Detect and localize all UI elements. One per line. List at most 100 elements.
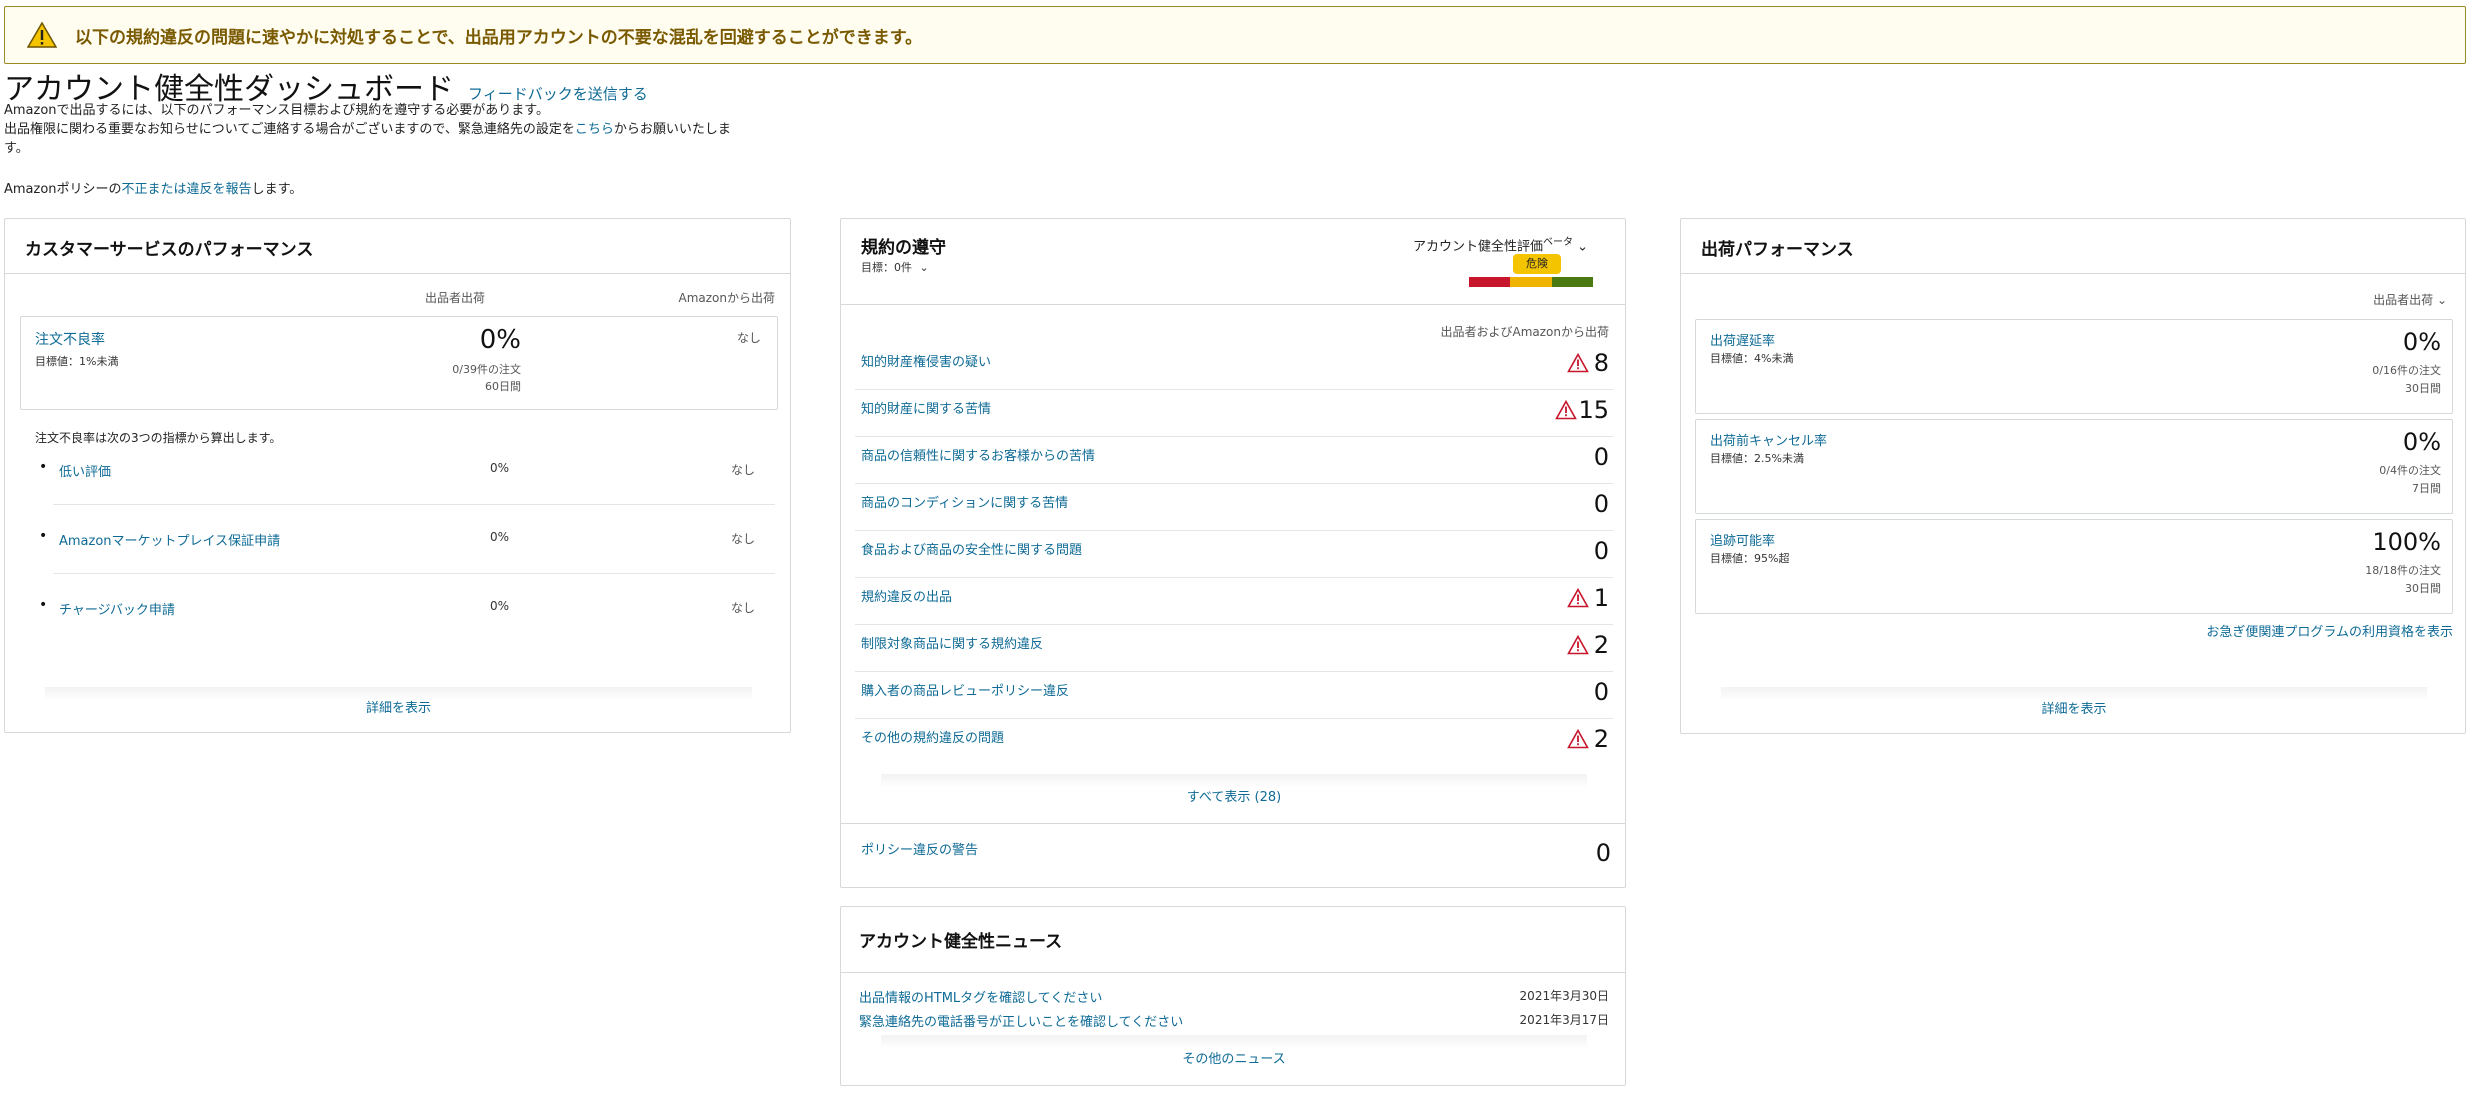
compliance-row: 食品および商品の安全性に関する問題 0: [855, 531, 1613, 578]
rating-header[interactable]: アカウント健全性評価ベータ ⌄: [1413, 233, 1588, 254]
col-amazon-header: Amazonから出荷: [678, 291, 776, 305]
bullet-icon: •: [39, 459, 48, 475]
show-all-link[interactable]: すべて表示 (28): [841, 786, 1627, 805]
customer-service-title: カスタマーサービスのパフォーマンス: [25, 240, 314, 260]
news-item-link[interactable]: 出品情報のHTMLタグを確認してください: [859, 987, 1102, 1006]
health-gauge: [1469, 277, 1593, 287]
shipping-metric-detail: 0/16件の注文: [2372, 364, 2441, 377]
compliance-row-link[interactable]: 知的財産に関する苦情: [861, 398, 991, 417]
bullet-icon: •: [39, 528, 48, 544]
intro-text-1: Amazonで出品するには、以下のパフォーマンス目標および規約を遵守する必要があ…: [4, 103, 549, 118]
odr-target: 目標値：1%未満: [35, 355, 119, 368]
metric-value: 0%: [490, 461, 510, 475]
eligibility-link[interactable]: お急ぎ便関連プログラムの利用資格を表示: [1981, 621, 2453, 640]
compliance-row: 規約違反の出品 1: [855, 578, 1613, 625]
shipping-details-link[interactable]: 詳細を表示: [1681, 698, 2467, 717]
news-panel: アカウント健全性ニュース 出品情報のHTMLタグを確認してください 2021年3…: [840, 906, 1626, 1086]
report-violation-link[interactable]: 不正または違反を報告: [122, 182, 252, 197]
shipping-metric-link[interactable]: 出荷前キャンセル率: [1710, 430, 1827, 449]
compliance-row-value: 2: [1593, 725, 1609, 753]
odr-detail: 0/39件の注文: [452, 363, 521, 376]
shipping-metric-period: 7日間: [2412, 482, 2441, 495]
shipping-metric-target: 目標値：4%未満: [1710, 352, 1794, 365]
compliance-row-value: 0: [1593, 490, 1609, 518]
odr-value: 0%: [479, 325, 521, 355]
more-news-link[interactable]: その他のニュース: [841, 1048, 1627, 1067]
shipping-metric-value: 100%: [2372, 528, 2441, 556]
shipping-metric-target: 目標値：95%超: [1710, 552, 1790, 565]
warning-icon: [27, 22, 57, 48]
shipping-metric-target: 目標値：2.5%未満: [1710, 452, 1804, 465]
metric-link[interactable]: 低い評価: [59, 461, 111, 480]
alert-banner: 以下の規約違反の問題に速やかに対処することで、出品用アカウントの不要な混乱を回避…: [4, 6, 2466, 64]
shipping-metric-detail: 18/18件の注文: [2365, 564, 2441, 577]
shipping-metric-link[interactable]: 出荷遅延率: [1710, 330, 1775, 349]
shipping-filter-label: 出品者出荷: [2373, 293, 2434, 307]
compliance-row-value: 0: [1593, 678, 1609, 706]
gauge-segment-yellow: [1510, 277, 1552, 287]
metric-link[interactable]: Amazonマーケットプレイス保証申請: [59, 530, 280, 549]
compliance-row-link[interactable]: 購入者の商品レビューポリシー違反: [861, 680, 1069, 699]
shipping-metric-box: 出荷前キャンセル率 目標値：2.5%未満 0% 0/4件の注文 7日間: [1695, 419, 2453, 514]
chevron-down-icon: ⌄: [1577, 239, 1589, 255]
compliance-row-link[interactable]: 商品の信頼性に関するお客様からの苦情: [861, 445, 1095, 464]
rating-label: アカウント健全性評価: [1413, 239, 1544, 255]
compliance-target: 目標：0件 ⌄: [861, 259, 929, 275]
odr-amazon: なし: [736, 331, 761, 345]
compliance-row: 商品のコンディションに関する苦情 0: [855, 484, 1613, 531]
policy-warning-value: 0: [1595, 839, 1611, 867]
report-text: Amazonポリシーの不正または違反を報告します。: [4, 180, 302, 199]
compliance-row-value: 8: [1593, 349, 1609, 377]
report-post: します。: [251, 182, 303, 197]
chevron-down-icon[interactable]: ⌄: [920, 261, 929, 274]
metric-row: • 低い評価 0% なし: [35, 457, 775, 497]
shipping-metric-period: 30日間: [2405, 582, 2441, 595]
compliance-row-link[interactable]: 食品および商品の安全性に関する問題: [861, 539, 1082, 558]
compliance-row-link[interactable]: 規約違反の出品: [861, 586, 952, 605]
shipping-title: 出荷パフォーマンス: [1701, 240, 1854, 260]
odr-box: 注文不良率 目標値：1%未満 0% 0/39件の注文 60日間 なし: [20, 316, 778, 410]
compliance-title: 規約の遵守: [861, 238, 946, 258]
news-item-date: 2021年3月17日: [1519, 1013, 1609, 1027]
gauge-segment-green: [1551, 277, 1593, 287]
compliance-row-link[interactable]: 商品のコンディションに関する苦情: [861, 492, 1068, 511]
metric-value: 0%: [490, 599, 510, 613]
compliance-panel: 規約の遵守 目標：0件 ⌄ アカウント健全性評価ベータ ⌄ 危険 出品者およびA…: [840, 218, 1626, 888]
compliance-row: 商品の信頼性に関するお客様からの苦情 0: [855, 437, 1613, 484]
compliance-row-value: 2: [1593, 631, 1609, 659]
compliance-row: 購入者の商品レビューポリシー違反 0: [855, 672, 1613, 719]
metric-amazon: なし: [730, 532, 755, 546]
compliance-col-header: 出品者およびAmazonから出荷: [1440, 325, 1610, 339]
compliance-row-link[interactable]: 制限対象商品に関する規約違反: [861, 633, 1043, 652]
customer-service-panel: カスタマーサービスのパフォーマンス 出品者出荷 Amazonから出荷 注文不良率…: [4, 218, 791, 733]
report-pre: Amazonポリシーの: [4, 182, 122, 197]
news-title: アカウント健全性ニュース: [859, 932, 1063, 952]
bullet-icon: •: [39, 597, 48, 613]
news-item-date: 2021年3月30日: [1519, 989, 1609, 1003]
compliance-row-link[interactable]: 知的財産権侵害の疑い: [861, 351, 991, 370]
compliance-row-value: 0: [1593, 443, 1609, 471]
compliance-row: 知的財産権侵害の疑い 8: [855, 343, 1613, 390]
compliance-row-value: 1: [1593, 584, 1609, 612]
news-item-link[interactable]: 緊急連絡先の電話番号が正しいことを確認してください: [859, 1011, 1183, 1030]
metric-link[interactable]: チャージバック申請: [59, 599, 175, 618]
gauge-segment-red: [1469, 277, 1511, 287]
shipping-metric-box: 出荷遅延率 目標値：4%未満 0% 0/16件の注文 30日間: [1695, 319, 2453, 414]
compliance-row: 知的財産に関する苦情 15: [855, 390, 1613, 437]
shipping-metric-period: 30日間: [2405, 382, 2441, 395]
shipping-filter[interactable]: 出品者出荷 ⌄: [2241, 291, 2447, 308]
metric-row: • Amazonマーケットプレイス保証申請 0% なし: [35, 526, 775, 566]
compliance-row-value: 0: [1593, 537, 1609, 565]
compliance-row: その他の規約違反の問題 2: [855, 719, 1613, 766]
compliance-row: 制限対象商品に関する規約違反 2: [855, 625, 1613, 672]
metric-amazon: なし: [730, 601, 755, 615]
contact-settings-link[interactable]: こちら: [575, 122, 614, 137]
compliance-row-link[interactable]: その他の規約違反の問題: [861, 727, 1004, 746]
shipping-metric-detail: 0/4件の注文: [2379, 464, 2441, 477]
odr-link[interactable]: 注文不良率: [35, 329, 105, 349]
shipping-metric-link[interactable]: 追跡可能率: [1710, 530, 1775, 549]
policy-warning-link[interactable]: ポリシー違反の警告: [861, 839, 978, 858]
intro-text-2a: 出品権限に関わる重要なお知らせについてご連絡する場合がございますので、緊急連絡先…: [4, 122, 575, 137]
intro-text-2c: す。: [4, 141, 29, 156]
cs-details-link[interactable]: 詳細を表示: [5, 697, 792, 716]
